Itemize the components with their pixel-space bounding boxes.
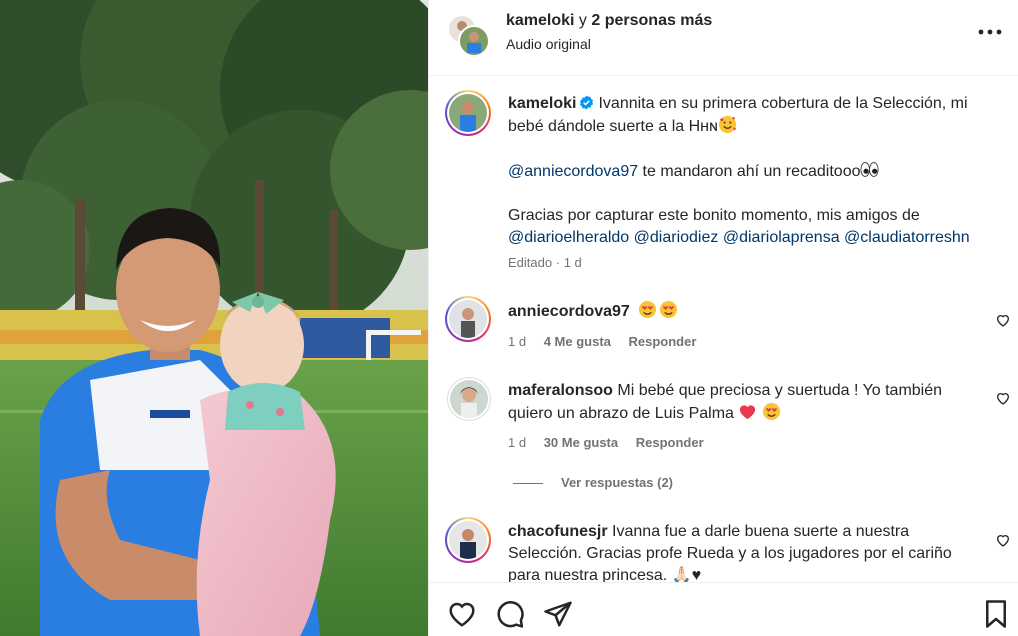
replies-divider <box>513 483 543 485</box>
comment-line1: Mi bebé que preciosa y suertuda ! Yo tam… <box>617 382 943 399</box>
comment-time[interactable]: 1 d <box>508 435 526 450</box>
heart-icon[interactable] <box>447 599 477 629</box>
post-photo[interactable] <box>0 0 428 636</box>
comment-text: chacofunesjr Ivanna fue a darle buena su… <box>508 521 978 582</box>
caption-line1: Ivannita en su primera cobertura de la S… <box>598 95 968 112</box>
heart-eyes-icon <box>639 300 657 319</box>
action-bar <box>429 582 1018 636</box>
tag-claudiatorreshn[interactable]: @claudiatorreshn <box>844 229 970 246</box>
meta-dot: · <box>555 255 561 270</box>
caption-meta: Editado · 1 d <box>508 255 582 270</box>
edited-label: Editado <box>508 255 553 270</box>
comment-meta: 1 d 4 Me gusta Responder <box>508 334 696 349</box>
avatar-image <box>449 94 487 132</box>
header-joiner: y <box>574 12 592 29</box>
view-replies-button[interactable]: Ver respuestas (2) <box>513 475 673 490</box>
comment-username[interactable]: anniecordova97 <box>508 303 630 320</box>
comment-line2: Selección. Gracias profe Rueda y a los j… <box>508 545 952 562</box>
audio-label[interactable]: Audio original <box>506 36 591 52</box>
caption-thanks: Gracias por capturar este bonito momento… <box>508 207 920 224</box>
comment-avatar[interactable] <box>445 296 491 342</box>
comment-likes[interactable]: 4 Me gusta <box>544 334 611 349</box>
comment-text: maferalonsoo Mi bebé que preciosa y suer… <box>508 380 978 425</box>
header-usernames: kameloki y 2 personas más <box>506 12 712 30</box>
verified-badge-icon <box>580 95 594 110</box>
header-username[interactable]: kameloki <box>506 12 574 29</box>
post-image <box>0 0 428 636</box>
tag-diariodiez[interactable]: @diariodiez <box>634 229 719 246</box>
caption-time[interactable]: 1 d <box>564 255 582 270</box>
comment-username[interactable]: chacofunesjr <box>508 523 608 540</box>
post-header: kameloki y 2 personas más Audio original <box>429 0 1018 76</box>
avatar-image <box>449 300 487 338</box>
more-options-icon[interactable] <box>977 22 1003 42</box>
reply-button[interactable]: Responder <box>629 334 697 349</box>
smiling-face-with-hearts-icon <box>718 115 736 134</box>
caption-text: kameloki Ivannita en su primera cobertura… <box>508 93 1003 249</box>
comment-text: anniecordova97 <box>508 300 678 323</box>
header-avatar[interactable] <box>446 13 490 61</box>
header-others[interactable]: 2 personas más <box>591 12 712 29</box>
comment-username[interactable]: maferalonsoo <box>508 382 613 399</box>
comment-time[interactable]: 1 d <box>508 334 526 349</box>
comments-list[interactable]: kameloki Ivannita en su primera cobertura… <box>429 77 1018 582</box>
tag-diariolaprensa[interactable]: @diariolaprensa <box>723 229 840 246</box>
tag-diarioelheraldo[interactable]: @diarioelheraldo <box>508 229 629 246</box>
caption-username[interactable]: kameloki <box>508 95 576 112</box>
heart-eyes-icon <box>762 402 780 421</box>
comment-avatar[interactable] <box>447 377 491 421</box>
heart-eyes-icon <box>660 300 678 319</box>
comment-line3: para nuestra princesa. 🙏🏻♥ <box>508 567 702 582</box>
caption-mention-annie[interactable]: @anniecordova97 <box>508 163 638 180</box>
share-icon[interactable] <box>543 599 573 629</box>
avatar-image <box>447 14 490 57</box>
comment-avatar[interactable] <box>445 517 491 563</box>
avatar-image <box>450 380 488 418</box>
comment-like-icon[interactable] <box>995 312 1011 328</box>
comment-like-icon[interactable] <box>995 532 1011 548</box>
eyes-icon <box>860 162 880 177</box>
comment-icon[interactable] <box>495 599 525 629</box>
avatar-image <box>449 521 487 559</box>
view-replies-label: Ver respuestas (2) <box>561 475 674 490</box>
caption-line2: bebé dándole suerte a la Hʜɴ <box>508 118 718 135</box>
post-panel: kameloki y 2 personas más Audio original… <box>428 0 1018 636</box>
red-heart-icon <box>740 405 756 420</box>
comment-like-icon[interactable] <box>995 390 1011 406</box>
caption-mention-text: te mandaron ahí un recaditooo <box>638 163 861 180</box>
comment-meta: 1 d 30 Me gusta Responder <box>508 435 704 450</box>
bookmark-icon[interactable] <box>981 599 1011 629</box>
comment-line2: quiero un abrazo de Luis Palma <box>508 405 734 422</box>
comment-likes[interactable]: 30 Me gusta <box>544 435 618 450</box>
comment-line1: Ivanna fue a darle buena suerte a nuestr… <box>612 523 910 540</box>
caption-avatar[interactable] <box>445 90 491 136</box>
reply-button[interactable]: Responder <box>636 435 704 450</box>
